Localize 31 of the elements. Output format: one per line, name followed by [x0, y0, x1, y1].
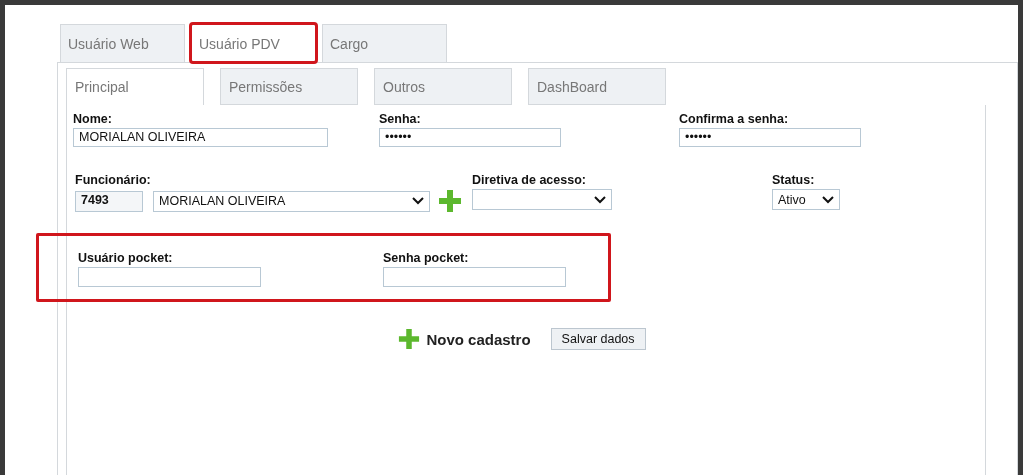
field-label: Funcionário: — [75, 173, 152, 187]
subtab[interactable]: DashBoard — [528, 68, 666, 105]
field-label: Diretiva de acesso: — [472, 173, 587, 187]
code-field[interactable]: 7493 — [75, 190, 143, 212]
chevron-icon — [594, 195, 606, 204]
input-field[interactable] — [383, 267, 566, 287]
tab[interactable]: Usuário Web — [60, 24, 185, 62]
tab[interactable]: Cargo — [322, 24, 447, 62]
save-button[interactable]: Salvar dados — [550, 328, 646, 350]
subtab[interactable]: Permissões — [220, 68, 358, 105]
employee-dropdown[interactable]: MORIALAN OLIVEIRA — [153, 190, 430, 212]
input-field[interactable]: •••••• — [379, 128, 561, 147]
plus-icon — [398, 328, 421, 350]
input-field[interactable]: MORIALAN OLIVEIRA — [73, 128, 328, 147]
chevron-icon — [412, 197, 424, 205]
chevron-icon — [822, 195, 834, 204]
status-dropdown[interactable]: Ativo — [772, 189, 840, 210]
field-label: Usuário pocket: — [78, 251, 174, 265]
access-dropdown[interactable] — [472, 189, 612, 210]
subtab[interactable]: Outros — [374, 68, 512, 105]
field-label: Confirma a senha: — [679, 112, 790, 126]
field-label: Senha: — [379, 112, 422, 126]
field-label: Nome: — [73, 112, 113, 126]
input-field[interactable]: •••••• — [679, 128, 861, 147]
input-field[interactable] — [78, 267, 261, 287]
subtab[interactable]: Principal — [66, 68, 204, 105]
field-label: Senha pocket: — [383, 251, 470, 265]
plus-icon[interactable] — [438, 189, 462, 213]
tab[interactable]: Usuário PDV — [191, 24, 316, 62]
new-record-button[interactable]: Novo cadastro — [398, 328, 531, 350]
field-label: Status: — [772, 173, 816, 187]
